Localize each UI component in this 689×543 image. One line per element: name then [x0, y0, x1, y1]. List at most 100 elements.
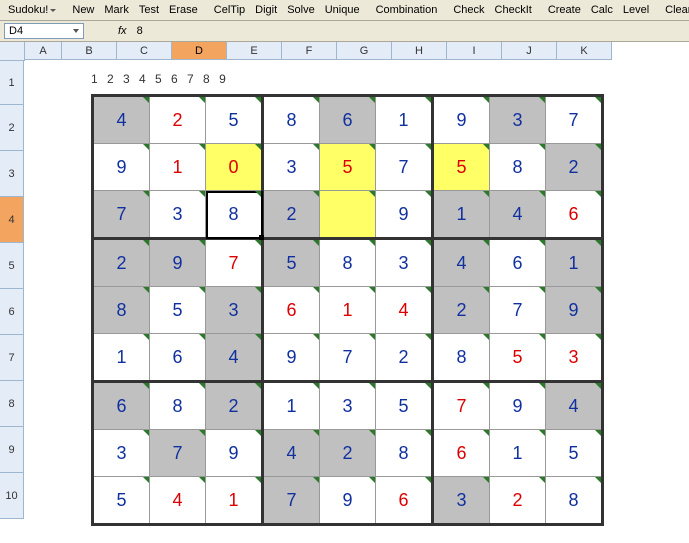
col-header-I[interactable]: I: [447, 42, 502, 60]
cell-r9c6[interactable]: 6: [376, 477, 433, 525]
cell-r6c6[interactable]: 2: [376, 334, 433, 382]
cell-r6c5[interactable]: 7: [320, 334, 376, 382]
cell-r5c9[interactable]: 9: [546, 287, 603, 334]
row-header-8[interactable]: 8: [0, 381, 24, 427]
col-header-A[interactable]: A: [25, 42, 62, 60]
btn-check[interactable]: Check: [449, 2, 488, 18]
cell-r4c1[interactable]: 2: [93, 239, 150, 287]
cell-r3c1[interactable]: 7: [93, 191, 150, 239]
row-header-5[interactable]: 5: [0, 243, 24, 289]
cell-r7c1[interactable]: 6: [93, 382, 150, 430]
cell-r5c5[interactable]: 1: [320, 287, 376, 334]
cell-r5c2[interactable]: 5: [150, 287, 206, 334]
grid-area[interactable]: 1 2 3 4 5 6 7 8 9 4258619379103575827382…: [25, 60, 689, 543]
cell-r1c6[interactable]: 1: [376, 96, 433, 144]
name-box[interactable]: D4: [4, 23, 84, 39]
cell-r8c4[interactable]: 4: [263, 430, 320, 477]
btn-checkit[interactable]: CheckIt: [491, 2, 536, 18]
cell-r8c1[interactable]: 3: [93, 430, 150, 477]
col-header-B[interactable]: B: [62, 42, 117, 60]
cell-r3c9[interactable]: 6: [546, 191, 603, 239]
menu-sudoku[interactable]: Sudoku!: [4, 2, 60, 18]
btn-test[interactable]: Test: [135, 2, 163, 18]
col-header-J[interactable]: J: [502, 42, 557, 60]
cell-r7c3[interactable]: 2: [206, 382, 263, 430]
cell-r9c9[interactable]: 8: [546, 477, 603, 525]
chevron-down-icon[interactable]: [73, 29, 79, 33]
cell-r8c7[interactable]: 6: [433, 430, 490, 477]
cell-r8c2[interactable]: 7: [150, 430, 206, 477]
btn-digit[interactable]: Digit: [251, 2, 281, 18]
btn-solve[interactable]: Solve: [283, 2, 319, 18]
cell-r9c8[interactable]: 2: [490, 477, 546, 525]
cell-r4c9[interactable]: 1: [546, 239, 603, 287]
cell-r9c2[interactable]: 4: [150, 477, 206, 525]
cell-r4c6[interactable]: 3: [376, 239, 433, 287]
btn-mark[interactable]: Mark: [100, 2, 132, 18]
cell-r6c8[interactable]: 5: [490, 334, 546, 382]
cell-r3c5[interactable]: [320, 191, 376, 239]
row-header-4[interactable]: 4: [0, 197, 24, 243]
cell-r1c5[interactable]: 6: [320, 96, 376, 144]
select-all-corner[interactable]: [0, 42, 25, 61]
cell-r7c8[interactable]: 9: [490, 382, 546, 430]
cell-r1c2[interactable]: 2: [150, 96, 206, 144]
cell-r4c8[interactable]: 6: [490, 239, 546, 287]
col-header-D[interactable]: D: [172, 42, 227, 60]
cell-r8c9[interactable]: 5: [546, 430, 603, 477]
cell-r2c2[interactable]: 1: [150, 144, 206, 191]
btn-calc[interactable]: Calc: [587, 2, 617, 18]
col-header-F[interactable]: F: [282, 42, 337, 60]
btn-combination[interactable]: Combination: [372, 2, 442, 18]
cell-r7c6[interactable]: 5: [376, 382, 433, 430]
cell-r2c1[interactable]: 9: [93, 144, 150, 191]
cell-r6c7[interactable]: 8: [433, 334, 490, 382]
btn-erase[interactable]: Erase: [165, 2, 202, 18]
col-header-H[interactable]: H: [392, 42, 447, 60]
cell-r4c3[interactable]: 7: [206, 239, 263, 287]
cell-r2c8[interactable]: 8: [490, 144, 546, 191]
cell-r8c8[interactable]: 1: [490, 430, 546, 477]
cell-r3c7[interactable]: 1: [433, 191, 490, 239]
cell-r4c7[interactable]: 4: [433, 239, 490, 287]
cell-r8c3[interactable]: 9: [206, 430, 263, 477]
col-header-E[interactable]: E: [227, 42, 282, 60]
cell-r2c7[interactable]: 5: [433, 144, 490, 191]
cell-r7c2[interactable]: 8: [150, 382, 206, 430]
cell-r3c4[interactable]: 2: [263, 191, 320, 239]
cell-r7c7[interactable]: 7: [433, 382, 490, 430]
cell-r7c4[interactable]: 1: [263, 382, 320, 430]
cell-r1c8[interactable]: 3: [490, 96, 546, 144]
sudoku-grid[interactable]: 4258619379103575827382914629758346185361…: [91, 94, 604, 526]
btn-level[interactable]: Level: [619, 2, 653, 18]
row-header-10[interactable]: 10: [0, 473, 24, 519]
cell-r1c4[interactable]: 8: [263, 96, 320, 144]
cell-r5c4[interactable]: 6: [263, 287, 320, 334]
cell-r1c9[interactable]: 7: [546, 96, 603, 144]
cell-r1c7[interactable]: 9: [433, 96, 490, 144]
cell-r9c5[interactable]: 9: [320, 477, 376, 525]
btn-create[interactable]: Create: [544, 2, 585, 18]
cell-r4c4[interactable]: 5: [263, 239, 320, 287]
cell-r6c2[interactable]: 6: [150, 334, 206, 382]
row-header-6[interactable]: 6: [0, 289, 24, 335]
cell-r4c2[interactable]: 9: [150, 239, 206, 287]
row-header-3[interactable]: 3: [0, 151, 24, 197]
formula-value[interactable]: 8: [135, 25, 685, 37]
btn-unique[interactable]: Unique: [321, 2, 364, 18]
col-header-G[interactable]: G: [337, 42, 392, 60]
cell-r6c4[interactable]: 9: [263, 334, 320, 382]
cell-r9c7[interactable]: 3: [433, 477, 490, 525]
cell-r5c8[interactable]: 7: [490, 287, 546, 334]
cell-r6c9[interactable]: 3: [546, 334, 603, 382]
cell-r3c8[interactable]: 4: [490, 191, 546, 239]
cell-r7c5[interactable]: 3: [320, 382, 376, 430]
row-header-1[interactable]: 1: [0, 61, 24, 105]
row-header-2[interactable]: 2: [0, 105, 24, 151]
cell-r1c3[interactable]: 5: [206, 96, 263, 144]
btn-cleanup[interactable]: Cleanup: [661, 2, 689, 18]
cell-r9c1[interactable]: 5: [93, 477, 150, 525]
cell-r1c1[interactable]: 4: [93, 96, 150, 144]
row-header-7[interactable]: 7: [0, 335, 24, 381]
row-header-9[interactable]: 9: [0, 427, 24, 473]
